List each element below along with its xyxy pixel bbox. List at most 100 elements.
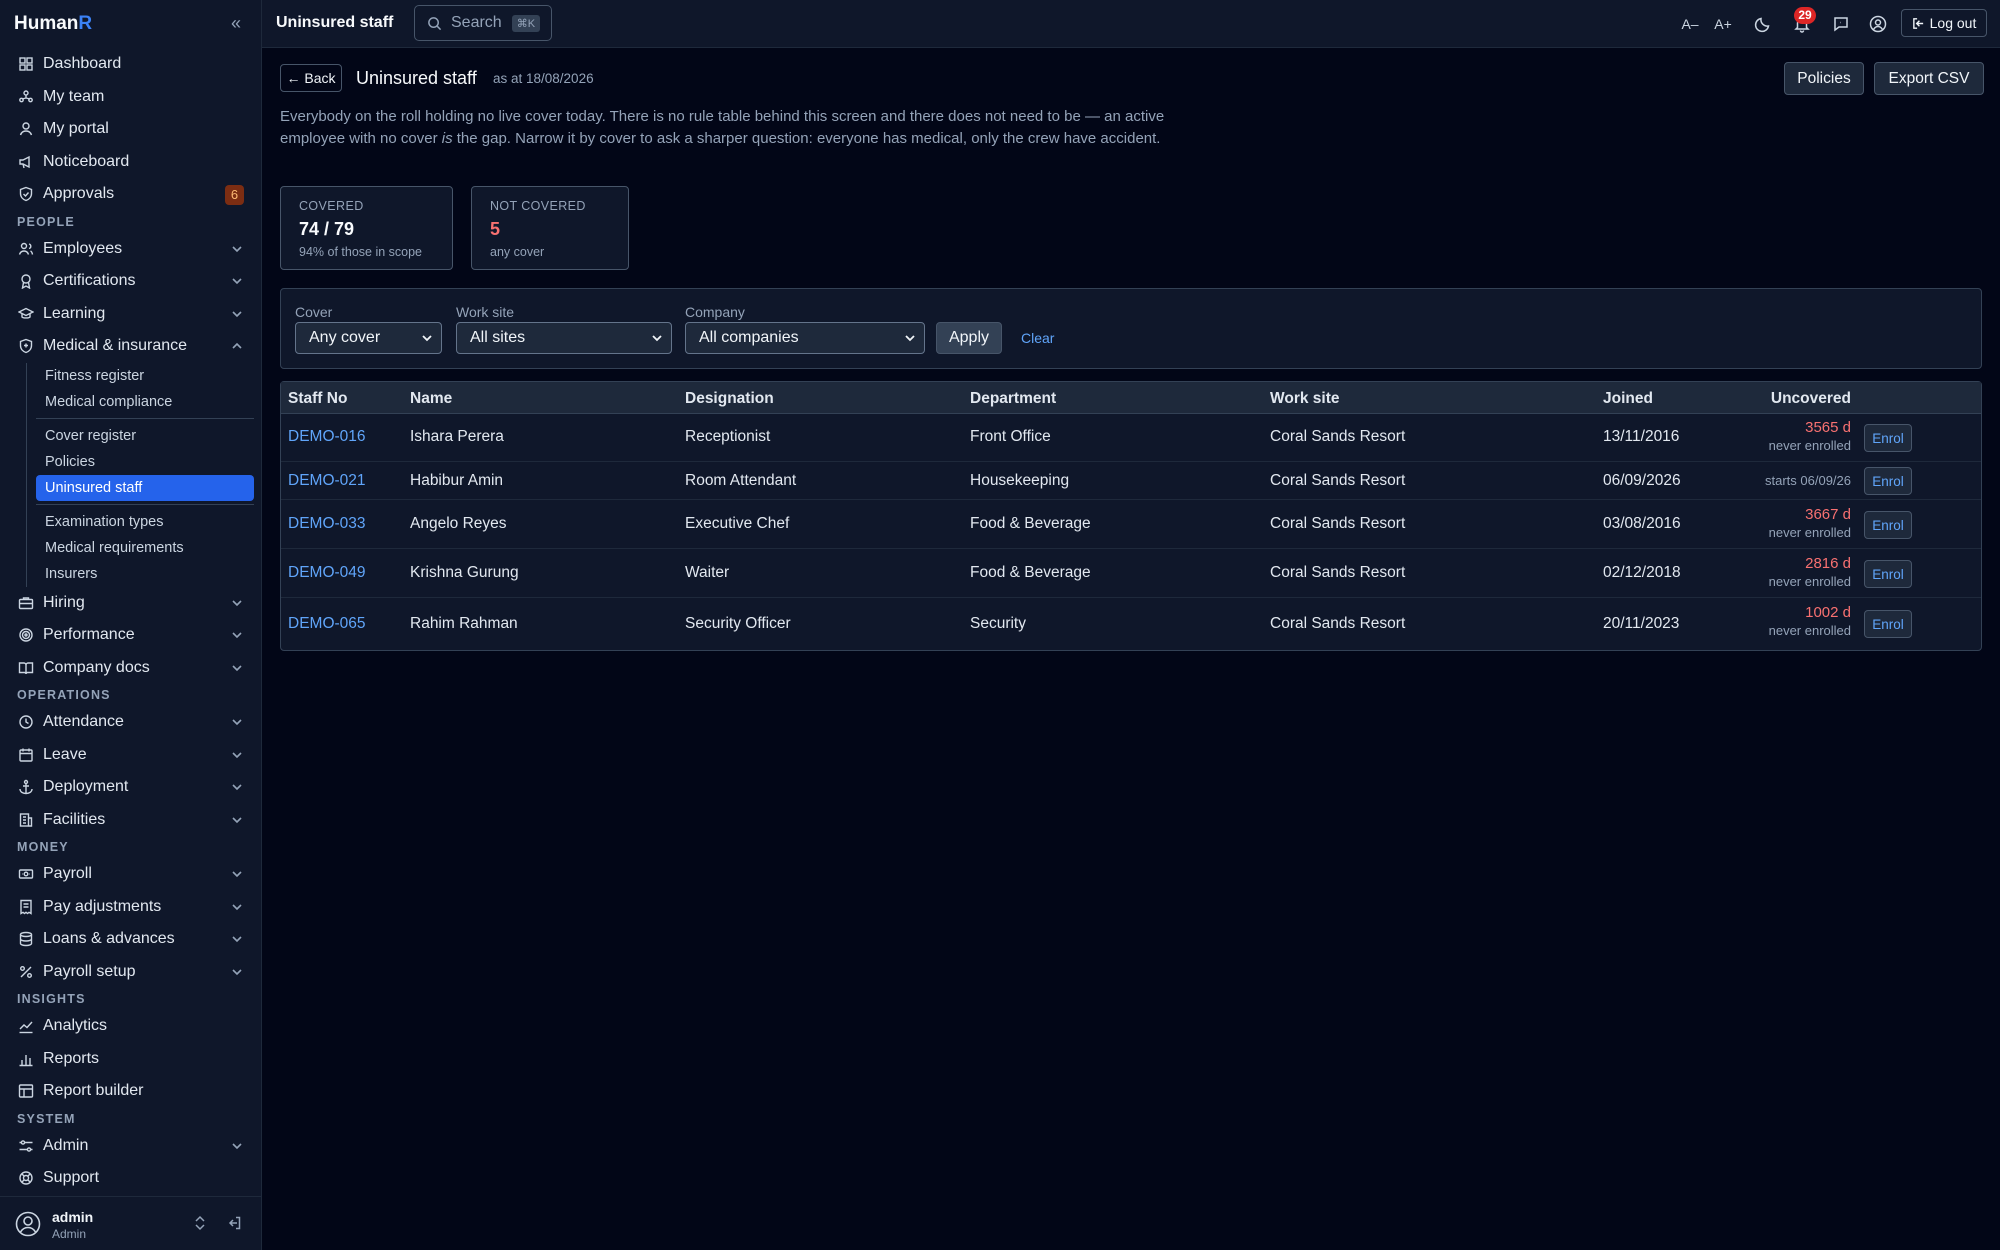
sidebar-item-report-builder[interactable]: Report builder: [0, 1075, 262, 1108]
sidebar-item-label: Leave: [43, 745, 87, 763]
target-icon: [18, 627, 34, 643]
font-increase-button[interactable]: A+: [1714, 15, 1732, 33]
staff-no-link[interactable]: DEMO-049: [288, 564, 366, 582]
sidebar-item-leave[interactable]: Leave: [0, 739, 262, 772]
section-label-operations: OPERATIONS: [17, 688, 111, 702]
column-header-staff-no[interactable]: Staff No: [288, 390, 347, 408]
sidebar-item-dashboard[interactable]: Dashboard: [0, 48, 262, 81]
staff-designation: Receptionist: [685, 428, 771, 445]
sidebar-item-payroll-setup[interactable]: Payroll setup: [0, 956, 262, 989]
column-header-designation[interactable]: Designation: [685, 390, 774, 408]
moon-icon[interactable]: [1754, 15, 1772, 33]
sidebar-item-employees[interactable]: Employees: [0, 233, 262, 266]
export-csv-button[interactable]: Export CSV: [1874, 62, 1984, 95]
sidebar-item-reports[interactable]: Reports: [0, 1043, 262, 1076]
collapse-sidebar-icon[interactable]: «: [226, 13, 246, 33]
enrol-button[interactable]: Enrol: [1864, 467, 1912, 495]
shield-check-icon: [18, 186, 34, 202]
brand-logo[interactable]: HumanR: [14, 13, 92, 35]
sign-out-icon[interactable]: [226, 1215, 242, 1231]
staff-work-site: Coral Sands Resort: [1270, 564, 1406, 581]
brand-name: Human: [14, 13, 79, 34]
submenu-item-insurers[interactable]: Insurers: [36, 561, 254, 587]
sidebar-item-admin[interactable]: Admin: [0, 1130, 262, 1163]
briefcase-icon: [18, 595, 34, 611]
grid-icon: [18, 56, 34, 72]
sidebar-item-support[interactable]: Support: [0, 1162, 262, 1195]
sidebar-item-performance[interactable]: Performance: [0, 619, 262, 652]
logout-button[interactable]: Log out: [1901, 9, 1987, 37]
logout-label: Log out: [1929, 15, 1977, 31]
clear-link[interactable]: Clear: [1021, 330, 1054, 346]
column-header-name[interactable]: Name: [410, 390, 452, 408]
column-header-uncovered[interactable]: Uncovered: [1771, 390, 1851, 408]
sidebar-item-my-portal[interactable]: My portal: [0, 113, 262, 146]
sidebar-item-learning[interactable]: Learning: [0, 298, 262, 331]
sidebar-item-approvals[interactable]: Approvals 6: [0, 178, 262, 211]
search-shortcut: ⌘K: [511, 14, 541, 32]
enrol-button[interactable]: Enrol: [1864, 424, 1912, 452]
enrol-button[interactable]: Enrol: [1864, 560, 1912, 588]
staff-name: Angelo Reyes: [410, 515, 507, 532]
back-button[interactable]: ← Back: [280, 64, 342, 92]
avatar-icon[interactable]: [15, 1211, 41, 1237]
filter-panel: Cover Any cover Work site All sites Comp…: [280, 288, 1982, 369]
uninsured-staff-table: Staff No Name Designation Department Wor…: [280, 381, 1982, 651]
staff-no-link[interactable]: DEMO-065: [288, 615, 366, 633]
user-icon: [18, 121, 34, 137]
staff-no-link[interactable]: DEMO-021: [288, 472, 366, 490]
cover-select[interactable]: Any cover: [295, 322, 442, 354]
staff-no-link[interactable]: DEMO-016: [288, 428, 366, 446]
company-filter-label: Company: [685, 304, 745, 320]
submenu-item-medical-compliance[interactable]: Medical compliance: [36, 389, 254, 415]
sidebar-item-payroll[interactable]: Payroll: [0, 858, 262, 891]
submenu-item-examination-types[interactable]: Examination types: [36, 509, 254, 535]
clock-icon: [18, 714, 34, 730]
submenu-item-policies[interactable]: Policies: [36, 449, 254, 475]
table-row: DEMO-016 Ishara Perera Receptionist Fron…: [281, 414, 1981, 462]
column-header-department[interactable]: Department: [970, 390, 1056, 408]
chevron-down-icon: [232, 784, 242, 791]
search-button[interactable]: Search ⌘K: [414, 5, 552, 41]
uncovered-days: 2816 d: [1805, 555, 1851, 572]
sidebar-item-certifications[interactable]: Certifications: [0, 265, 262, 298]
sidebar-item-loans-advances[interactable]: Loans & advances: [0, 923, 262, 956]
submenu-item-fitness-register[interactable]: Fitness register: [36, 363, 254, 389]
work-site-select[interactable]: All sites: [456, 322, 672, 354]
chevrons-up-down-icon[interactable]: [192, 1215, 208, 1231]
sidebar-item-analytics[interactable]: Analytics: [0, 1010, 262, 1043]
uncovered-days: 1002 d: [1805, 604, 1851, 621]
submenu-item-medical-requirements[interactable]: Medical requirements: [36, 535, 254, 561]
sidebar-item-facilities[interactable]: Facilities: [0, 804, 262, 837]
graduation-cap-icon: [18, 306, 34, 322]
uncovered-note: never enrolled: [1768, 438, 1851, 453]
sidebar-item-medical-insurance[interactable]: Medical & insurance: [0, 330, 262, 363]
font-decrease-button[interactable]: A–: [1681, 15, 1699, 33]
not-covered-stat-card: NOT COVERED 5 any cover: [471, 186, 629, 270]
sidebar-item-deployment[interactable]: Deployment: [0, 771, 262, 804]
as-at-date: as at 18/08/2026: [493, 71, 594, 86]
sidebar-item-noticeboard[interactable]: Noticeboard: [0, 146, 262, 179]
enrol-button[interactable]: Enrol: [1864, 610, 1912, 638]
search-label: Search: [451, 14, 502, 31]
submenu-item-uninsured-staff[interactable]: Uninsured staff: [36, 474, 254, 501]
account-icon[interactable]: [1869, 15, 1887, 33]
company-select-value: All companies: [699, 329, 799, 346]
policies-button[interactable]: Policies: [1784, 62, 1864, 95]
staff-no-link[interactable]: DEMO-033: [288, 515, 366, 533]
column-header-work-site[interactable]: Work site: [1270, 390, 1340, 408]
message-icon[interactable]: [1832, 15, 1850, 33]
apply-button[interactable]: Apply: [936, 322, 1002, 354]
sidebar-item-attendance[interactable]: Attendance: [0, 706, 262, 739]
table-header: Staff No Name Designation Department Wor…: [281, 382, 1981, 414]
sidebar-item-my-team[interactable]: My team: [0, 81, 262, 114]
column-header-joined[interactable]: Joined: [1603, 390, 1653, 408]
submenu-item-cover-register[interactable]: Cover register: [36, 423, 254, 449]
enrol-button[interactable]: Enrol: [1864, 511, 1912, 539]
sidebar-item-pay-adjustments[interactable]: Pay adjustments: [0, 891, 262, 924]
sidebar-item-label: Company docs: [43, 658, 150, 676]
sidebar-item-company-docs[interactable]: Company docs: [0, 652, 262, 685]
company-select[interactable]: All companies: [685, 322, 925, 354]
medical-insurance-submenu: Fitness register Medical compliance Cove…: [0, 362, 262, 587]
sidebar-item-hiring[interactable]: Hiring: [0, 587, 262, 620]
